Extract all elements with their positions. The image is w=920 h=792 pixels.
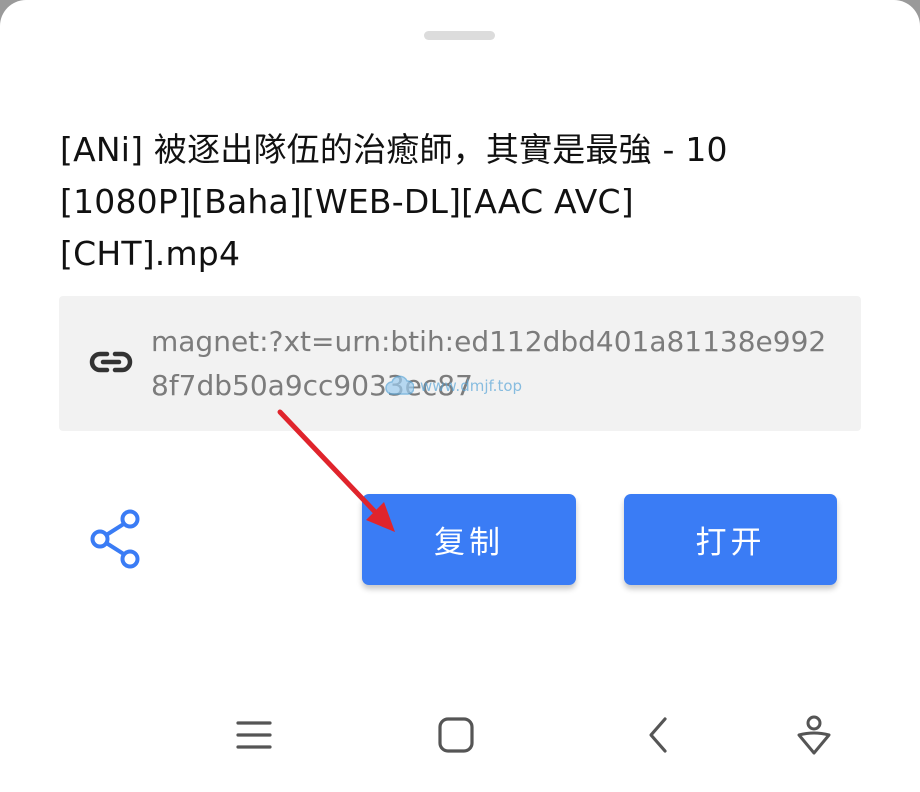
share-icon[interactable] (88, 508, 144, 570)
assistant-icon[interactable] (786, 710, 842, 760)
open-button[interactable]: 打开 (624, 494, 837, 585)
back-icon-glyph (649, 717, 667, 753)
link-icon (89, 351, 133, 373)
menu-icon[interactable] (226, 710, 282, 760)
magnet-link-box[interactable]: magnet:?xt=urn:btih:ed112dbd401a81138e99… (59, 296, 861, 431)
drag-handle[interactable] (424, 31, 495, 40)
magnet-link-text[interactable]: magnet:?xt=urn:btih:ed112dbd401a81138e99… (151, 320, 841, 408)
file-name-title: [ANi] 被逐出隊伍的治癒師，其實是最強 - 10 [1080P][Baha]… (60, 130, 728, 273)
copy-button[interactable]: 复制 (362, 494, 576, 585)
home-icon[interactable] (428, 710, 484, 760)
home-icon-glyph (438, 717, 474, 753)
menu-icon-glyph (236, 721, 272, 749)
share-sheet: [ANi] 被逐出隊伍的治癒師，其實是最強 - 10 [1080P][Baha]… (0, 0, 920, 792)
assistant-icon-glyph (797, 715, 831, 755)
back-icon[interactable] (630, 710, 686, 760)
system-navigation-bar (0, 690, 920, 792)
